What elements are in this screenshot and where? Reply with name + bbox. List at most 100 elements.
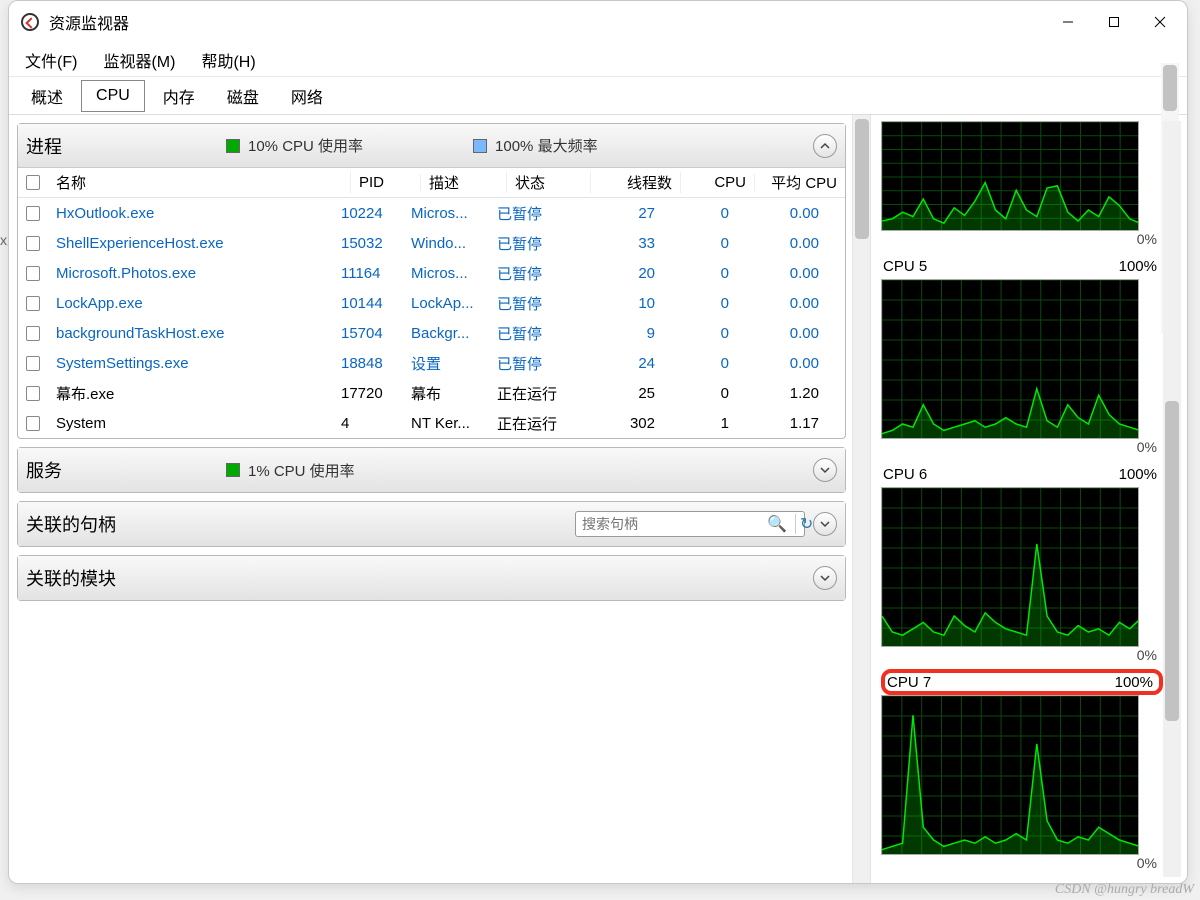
table-row[interactable]: backgroundTaskHost.exe15704Backgr...已暂停9… [18, 318, 845, 348]
cell-status: 已暂停 [489, 293, 573, 314]
green-swatch-icon [226, 463, 240, 477]
cell-avg: 0.00 [737, 325, 827, 342]
tab-disk[interactable]: 磁盘 [213, 78, 273, 114]
row-checkbox[interactable] [26, 326, 40, 341]
cell-desc: NT Ker... [403, 415, 489, 432]
col-status[interactable]: 状态 [507, 172, 591, 193]
window-title: 资源监视器 [49, 10, 129, 34]
right-scrollbar[interactable] [1163, 121, 1181, 877]
search-input[interactable] [582, 516, 763, 532]
table-row[interactable]: Microsoft.Photos.exe11164Micros...已暂停200… [18, 258, 845, 288]
cell-desc: 设置 [403, 353, 489, 374]
minimize-button[interactable] [1045, 6, 1091, 38]
tab-memory[interactable]: 内存 [149, 78, 209, 114]
cell-status: 已暂停 [489, 323, 573, 344]
chart-max: 100% [1119, 466, 1157, 483]
cell-cpu: 0 [663, 295, 737, 312]
processes-table: 名称 PID 描述 状态 线程数 CPU 平均 CPU HxOutlook.ex… [18, 168, 845, 438]
cell-pid: 11164 [333, 265, 403, 282]
services-panel: 服务 1% CPU 使用率 [17, 447, 846, 493]
right-pane: 0% CPU 5100% 0% CPU 6100% 0% CPU 7100% 0… [871, 115, 1187, 883]
cell-cpu: 0 [663, 325, 737, 342]
expand-button[interactable] [813, 566, 837, 590]
left-scrollbar[interactable] [853, 115, 871, 883]
row-checkbox[interactable] [26, 386, 40, 401]
cell-pid: 18848 [333, 355, 403, 372]
col-name[interactable]: 名称 [48, 172, 351, 193]
chart-foot: 0% [881, 439, 1163, 459]
processes-header[interactable]: 进程 10% CPU 使用率 100% 最大频率 [18, 124, 845, 168]
cell-pid: 10144 [333, 295, 403, 312]
cpu-usage-stat: 10% CPU 使用率 [226, 135, 363, 156]
row-checkbox[interactable] [26, 356, 40, 371]
services-title: 服务 [26, 457, 226, 483]
watermark: CSDN @hungry breadW [1055, 882, 1194, 898]
row-checkbox[interactable] [26, 206, 40, 221]
table-row[interactable]: SystemSettings.exe18848设置已暂停2400.00 [18, 348, 845, 378]
max-freq-stat: 100% 最大频率 [473, 135, 598, 156]
cell-threads: 33 [573, 235, 663, 252]
expand-button[interactable] [813, 512, 837, 536]
close-button[interactable] [1137, 6, 1183, 38]
cell-name: SystemSettings.exe [48, 355, 333, 372]
chart-title: CPU 7 [887, 674, 931, 691]
menu-help[interactable]: 帮助(H) [195, 44, 261, 76]
cell-desc: Backgr... [403, 325, 489, 342]
cell-avg: 1.17 [737, 415, 827, 432]
handles-panel: 关联的句柄 🔍 ↻ [17, 501, 846, 547]
cell-avg: 1.20 [737, 385, 827, 402]
col-desc[interactable]: 描述 [421, 172, 507, 193]
cell-pid: 15032 [333, 235, 403, 252]
row-checkbox[interactable] [26, 296, 40, 311]
col-pid[interactable]: PID [351, 174, 421, 191]
cell-threads: 302 [573, 415, 663, 432]
expand-button[interactable] [813, 458, 837, 482]
cell-desc: 幕布 [403, 383, 489, 404]
chart-max: 100% [1115, 674, 1153, 691]
chart-cpu5: CPU 5100% 0% [881, 253, 1163, 459]
maximize-button[interactable] [1091, 6, 1137, 38]
green-swatch-icon [226, 139, 240, 153]
cell-threads: 25 [573, 385, 663, 402]
cell-threads: 20 [573, 265, 663, 282]
col-avg[interactable]: 平均 CPU [755, 172, 845, 193]
table-row[interactable]: ShellExperienceHost.exe15032Windo...已暂停3… [18, 228, 845, 258]
processes-panel: 进程 10% CPU 使用率 100% 最大频率 名称 PID 描述 状态 线程… [17, 123, 846, 439]
tab-network[interactable]: 网络 [277, 78, 337, 114]
menu-monitor[interactable]: 监视器(M) [97, 44, 181, 76]
titlebar[interactable]: 资源监视器 [9, 1, 1187, 43]
cell-name: 幕布.exe [48, 383, 333, 404]
modules-header[interactable]: 关联的模块 [18, 556, 845, 600]
chart-max: 100% [1119, 258, 1157, 275]
table-row[interactable]: HxOutlook.exe10224Micros...已暂停2700.00 [18, 198, 845, 228]
chart-cpu7: CPU 7100% 0% [881, 669, 1163, 875]
row-checkbox[interactable] [26, 266, 40, 281]
table-row[interactable]: 幕布.exe17720幕布正在运行2501.20 [18, 378, 845, 408]
left-pane: 进程 10% CPU 使用率 100% 最大频率 名称 PID 描述 状态 线程… [9, 115, 853, 883]
chart-cpu-partial: 0% [881, 121, 1163, 251]
table-row[interactable]: System4NT Ker...正在运行30211.17 [18, 408, 845, 438]
handles-title: 关联的句柄 [26, 511, 116, 537]
cell-cpu: 0 [663, 385, 737, 402]
cell-status: 正在运行 [489, 413, 573, 434]
charts-column: 0% CPU 5100% 0% CPU 6100% 0% CPU 7100% 0… [881, 121, 1163, 877]
handles-search[interactable]: 🔍 ↻ [575, 511, 805, 537]
collapse-button[interactable] [813, 134, 837, 158]
cell-pid: 10224 [333, 205, 403, 222]
col-cpu[interactable]: CPU [681, 174, 755, 191]
select-all-checkbox[interactable] [26, 175, 40, 190]
handles-header[interactable]: 关联的句柄 🔍 ↻ [18, 502, 845, 546]
tab-cpu[interactable]: CPU [81, 80, 145, 112]
processes-body: HxOutlook.exe10224Micros...已暂停2700.00She… [18, 198, 845, 438]
cell-name: Microsoft.Photos.exe [48, 265, 333, 282]
table-row[interactable]: LockApp.exe10144LockAp...已暂停1000.00 [18, 288, 845, 318]
row-checkbox[interactable] [26, 236, 40, 251]
search-icon[interactable]: 🔍 [763, 514, 791, 534]
menu-file[interactable]: 文件(F) [19, 44, 83, 76]
row-checkbox[interactable] [26, 416, 40, 431]
cell-pid: 17720 [333, 385, 403, 402]
tab-overview[interactable]: 概述 [17, 78, 77, 114]
col-threads[interactable]: 线程数 [591, 172, 681, 193]
services-header[interactable]: 服务 1% CPU 使用率 [18, 448, 845, 492]
cell-name: LockApp.exe [48, 295, 333, 312]
